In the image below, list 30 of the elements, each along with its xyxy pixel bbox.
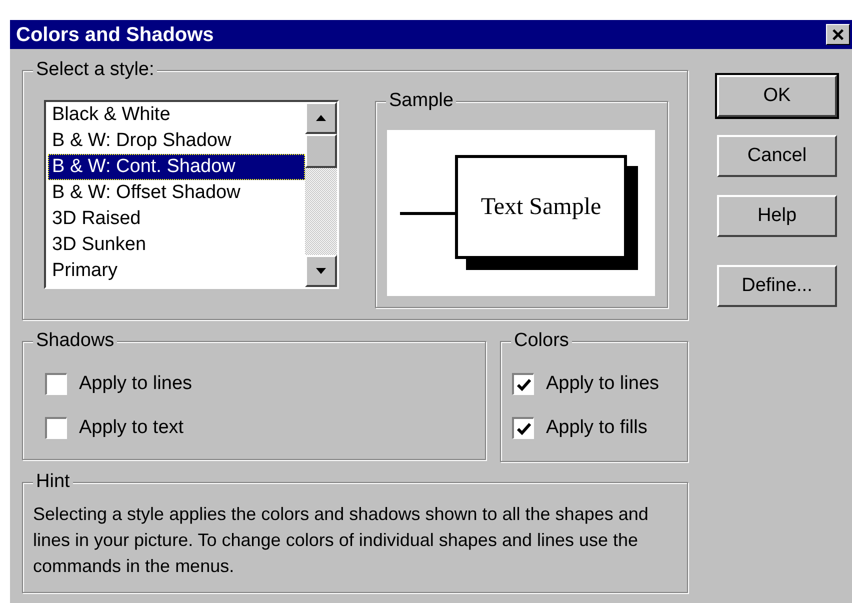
dialog-button[interactable]: OK — [717, 75, 837, 117]
group-label: Sample — [386, 89, 456, 113]
hint-text: Selecting a style applies the colors and shadows shown to all the shapes and lines in your picture. To change colors of individual shapes and lines use the commands in the menus. — [33, 503, 650, 578]
list-item[interactable]: Primary — [48, 258, 305, 284]
style-listbox[interactable]: Black & White B & W: Drop Shadow B & W: Cont. Shadow B & W: Offset Shadow 3D Raised 3D Sunken Primary — [44, 100, 339, 289]
list-item[interactable]: B & W: Drop Shadow — [48, 128, 305, 154]
checkbox-label[interactable]: Apply to text — [79, 414, 184, 442]
window-title: Colors and Shadows — [16, 22, 214, 48]
close-button[interactable]: × — [826, 24, 850, 45]
checkbox-label[interactable]: Apply to lines — [546, 370, 660, 398]
list-item[interactable]: Black & White — [48, 102, 305, 128]
dialog-button[interactable]: Define... — [717, 265, 837, 307]
checkbox[interactable] — [45, 417, 67, 439]
checkbox-label[interactable]: Apply to lines — [79, 370, 192, 398]
checkmark-icon — [516, 378, 530, 392]
group-label: Select a style: — [33, 58, 158, 82]
list-item[interactable]: 3D Sunken — [48, 232, 305, 258]
list-item[interactable]: B & W: Cont. Shadow — [48, 154, 305, 180]
list-item[interactable]: 3D Raised — [48, 206, 305, 232]
checkmark-icon — [516, 422, 530, 436]
sample-text: Text Sample — [480, 193, 602, 222]
dialog-button[interactable]: Cancel — [717, 135, 837, 177]
checkbox[interactable] — [512, 417, 534, 439]
checkbox[interactable] — [512, 373, 534, 395]
dialog-button[interactable]: Help — [717, 195, 837, 237]
scrollbar[interactable] — [305, 102, 337, 287]
checkbox[interactable] — [45, 373, 67, 395]
scroll-thumb[interactable] — [305, 134, 337, 168]
checkbox-label[interactable]: Apply to fills — [546, 414, 648, 442]
list-item[interactable]: B & W: Offset Shadow — [48, 180, 305, 206]
